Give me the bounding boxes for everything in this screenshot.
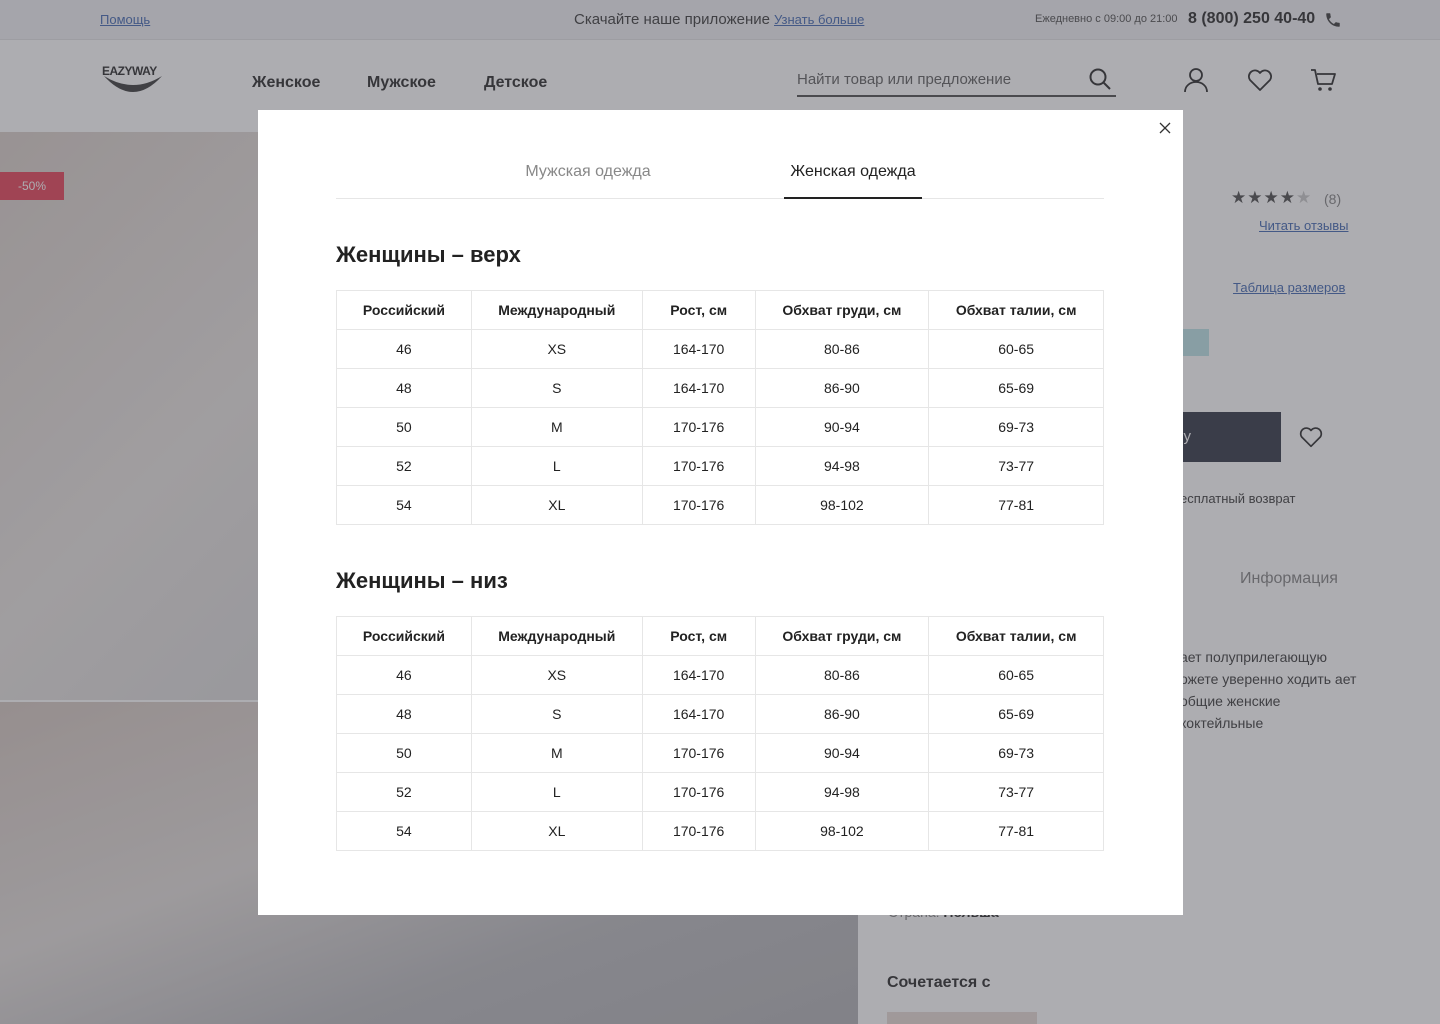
cell-international: XS	[470, 655, 643, 695]
section-title-top: Женщины – верх	[336, 242, 521, 267]
table-row: 50 M 170-176 90-94 69-73	[336, 733, 1104, 773]
close-icon[interactable]	[1157, 120, 1173, 136]
table-row: 54 XL 170-176 98-102 77-81	[336, 811, 1104, 851]
table-header-row: Российский Международный Рост, см Обхват…	[336, 290, 1104, 330]
cell-height: 164-170	[641, 694, 756, 734]
cell-chest: 98-102	[754, 811, 930, 851]
cell-international: XL	[470, 811, 643, 851]
col-international: Международный	[470, 290, 643, 330]
cell-height: 170-176	[641, 733, 756, 773]
table-row: 52 L 170-176 94-98 73-77	[336, 446, 1104, 486]
cell-russian: 48	[336, 368, 472, 408]
cell-height: 170-176	[641, 446, 756, 486]
cell-height: 164-170	[641, 655, 756, 695]
cell-chest: 94-98	[754, 772, 930, 812]
cell-international: XL	[470, 485, 643, 525]
col-waist: Обхват талии, см	[928, 290, 1104, 330]
cell-waist: 69-73	[928, 407, 1104, 447]
cell-waist: 77-81	[928, 485, 1104, 525]
cell-waist: 73-77	[928, 772, 1104, 812]
size-table-top: Российский Международный Рост, см Обхват…	[336, 290, 1104, 525]
cell-international: L	[470, 446, 643, 486]
cell-height: 164-170	[641, 329, 756, 369]
cell-russian: 52	[336, 446, 472, 486]
cell-chest: 80-86	[754, 655, 930, 695]
col-height: Рост, см	[641, 616, 756, 656]
section-title-bottom: Женщины – низ	[336, 568, 508, 593]
gender-tabs: Мужская одежда Женская одежда	[336, 155, 1104, 199]
cell-international: M	[470, 733, 643, 773]
table-row: 46 XS 164-170 80-86 60-65	[336, 329, 1104, 369]
cell-waist: 73-77	[928, 446, 1104, 486]
table-row: 46 XS 164-170 80-86 60-65	[336, 655, 1104, 695]
table-header-row: Российский Международный Рост, см Обхват…	[336, 616, 1104, 656]
col-international: Международный	[470, 616, 643, 656]
cell-russian: 46	[336, 329, 472, 369]
cell-russian: 50	[336, 733, 472, 773]
cell-waist: 69-73	[928, 733, 1104, 773]
table-row: 48 S 164-170 86-90 65-69	[336, 368, 1104, 408]
cell-height: 170-176	[641, 811, 756, 851]
cell-chest: 90-94	[754, 733, 930, 773]
cell-chest: 86-90	[754, 368, 930, 408]
col-chest: Обхват груди, см	[754, 290, 930, 330]
cell-chest: 86-90	[754, 694, 930, 734]
table-row: 48 S 164-170 86-90 65-69	[336, 694, 1104, 734]
cell-international: L	[470, 772, 643, 812]
cell-waist: 65-69	[928, 368, 1104, 408]
cell-russian: 50	[336, 407, 472, 447]
cell-international: S	[470, 694, 643, 734]
col-height: Рост, см	[641, 290, 756, 330]
tab-womens-clothing[interactable]: Женская одежда	[784, 163, 922, 199]
cell-height: 164-170	[641, 368, 756, 408]
cell-russian: 46	[336, 655, 472, 695]
cell-waist: 60-65	[928, 329, 1104, 369]
cell-russian: 48	[336, 694, 472, 734]
cell-waist: 65-69	[928, 694, 1104, 734]
cell-height: 170-176	[641, 485, 756, 525]
cell-russian: 54	[336, 485, 472, 525]
cell-russian: 52	[336, 772, 472, 812]
cell-international: M	[470, 407, 643, 447]
table-row: 54 XL 170-176 98-102 77-81	[336, 485, 1104, 525]
cell-height: 170-176	[641, 772, 756, 812]
cell-chest: 94-98	[754, 446, 930, 486]
cell-height: 170-176	[641, 407, 756, 447]
cell-chest: 98-102	[754, 485, 930, 525]
col-chest: Обхват груди, см	[754, 616, 930, 656]
cell-chest: 90-94	[754, 407, 930, 447]
cell-international: S	[470, 368, 643, 408]
table-row: 52 L 170-176 94-98 73-77	[336, 772, 1104, 812]
col-waist: Обхват талии, см	[928, 616, 1104, 656]
table-row: 50 M 170-176 90-94 69-73	[336, 407, 1104, 447]
size-table-bottom: Российский Международный Рост, см Обхват…	[336, 616, 1104, 851]
cell-chest: 80-86	[754, 329, 930, 369]
cell-waist: 77-81	[928, 811, 1104, 851]
tab-mens-clothing[interactable]: Мужская одежда	[504, 163, 672, 199]
cell-waist: 60-65	[928, 655, 1104, 695]
col-russian: Российский	[336, 290, 472, 330]
cell-international: XS	[470, 329, 643, 369]
cell-russian: 54	[336, 811, 472, 851]
col-russian: Российский	[336, 616, 472, 656]
size-chart-modal: Мужская одежда Женская одежда Женщины – …	[258, 110, 1183, 915]
